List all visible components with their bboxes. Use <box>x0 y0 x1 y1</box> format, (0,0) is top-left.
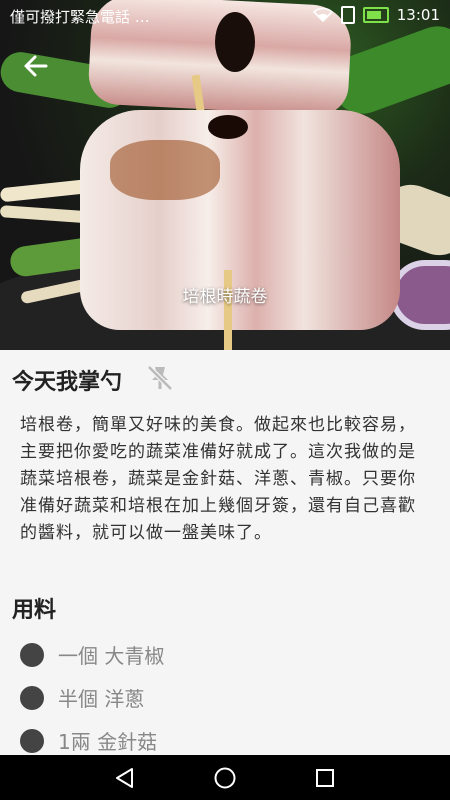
back-triangle-icon[interactable] <box>113 766 137 790</box>
bullet-icon <box>20 642 44 667</box>
bullet-icon <box>20 728 44 753</box>
pin-off-icon[interactable] <box>145 363 175 393</box>
ingredients-list: 一個 大青椒 半個 洋蔥 1兩 金針菇 <box>20 633 164 755</box>
carrier-text: 僅可撥打緊急電話 … <box>10 8 150 26</box>
sauce-drop <box>208 115 248 139</box>
clock: 13:01 <box>396 6 440 24</box>
ingredient-item: 1兩 金針菇 <box>20 719 164 755</box>
ingredient-text: 半個 洋蔥 <box>58 687 145 711</box>
wifi-icon <box>312 7 333 23</box>
ingredient-item: 一個 大青椒 <box>20 633 164 676</box>
image-caption: 培根時蔬卷 <box>182 287 268 307</box>
ingredient-text: 一個 大青椒 <box>58 644 165 668</box>
recents-square-icon[interactable] <box>313 766 337 790</box>
battery-icon <box>362 7 389 23</box>
sim-icon <box>340 6 355 24</box>
sear-mark <box>110 140 220 200</box>
ingredient-text: 1兩 金針菇 <box>58 730 158 754</box>
bullet-icon <box>20 685 44 710</box>
arrow-left-icon <box>24 55 48 77</box>
recipe-hero-image: 培根時蔬卷 <box>0 0 450 350</box>
ingredient-item: 半個 洋蔥 <box>20 676 164 719</box>
author-name[interactable]: 今天我掌勺 <box>12 364 122 396</box>
back-button[interactable] <box>22 52 50 80</box>
navigation-bar <box>0 755 450 800</box>
recipe-content[interactable]: 今天我掌勺 培根卷，簡單又好味的美食。做起來也比較容易，主要把你愛吃的蔬菜准備好… <box>0 350 450 755</box>
home-circle-icon[interactable] <box>213 766 237 790</box>
ingredients-title: 用料 <box>12 598 57 623</box>
status-bar: 僅可撥打緊急電話 … 13:01 <box>0 0 450 32</box>
recipe-description: 培根卷，簡單又好味的美食。做起來也比較容易，主要把你愛吃的蔬菜准備好就成了。這次… <box>20 415 416 543</box>
